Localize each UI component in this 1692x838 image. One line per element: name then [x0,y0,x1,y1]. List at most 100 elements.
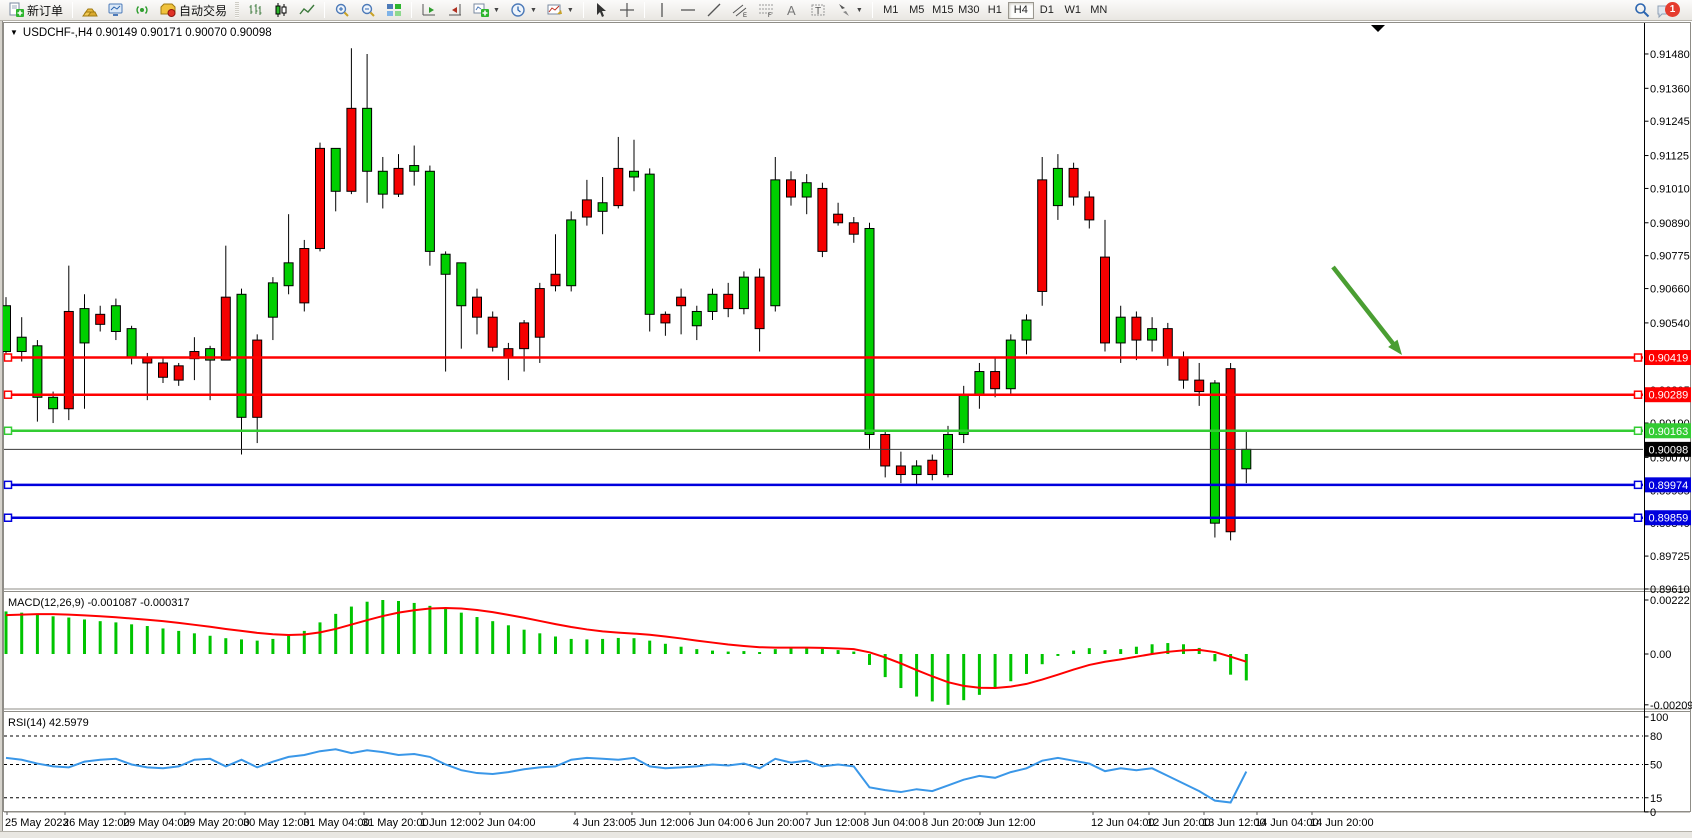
fibonacci-tool-button[interactable]: F [754,1,778,20]
svg-text:0.91010: 0.91010 [1650,183,1690,195]
chart-canvas[interactable]: 0.914800.913600.912450.911250.910100.908… [0,21,1692,838]
rsi-layer [4,736,1643,803]
svg-text:4 Jun 23:00: 4 Jun 23:00 [573,817,631,829]
notification-badge: 1 [1665,2,1680,17]
svg-text:6 Jun 20:00: 6 Jun 20:00 [747,817,805,829]
svg-text:26 May 12:00: 26 May 12:00 [63,817,130,829]
trendline-tool-button[interactable] [702,1,726,20]
svg-text:0: 0 [1650,807,1656,819]
new-order-label: 新订单 [27,2,63,19]
svg-text:6 Jun 04:00: 6 Jun 04:00 [688,817,746,829]
svg-text:0.90419: 0.90419 [1649,353,1689,365]
indicators-button[interactable]: ▼ [543,1,578,20]
svg-text:E: E [743,13,747,18]
svg-text:0.90890: 0.90890 [1650,218,1690,230]
search-icon[interactable] [1634,2,1650,18]
fibonacci-icon: F [758,2,774,18]
shift-marker-icon[interactable] [1371,25,1385,32]
auto-scroll-icon [447,2,463,18]
svg-text:0.91480: 0.91480 [1650,49,1690,61]
window-bottom-edge [0,831,1692,838]
svg-text:0.89974: 0.89974 [1649,480,1689,492]
svg-text:100: 100 [1650,712,1668,724]
label-tool-button[interactable]: T [806,1,830,20]
signal-icon [134,2,150,18]
svg-text:A: A [787,3,796,18]
zoom-out-button[interactable] [356,1,380,20]
text-tool-button[interactable]: A [780,1,804,20]
separator [872,2,873,18]
timeframe-H4[interactable]: H4 [1008,2,1034,19]
notifications-button[interactable]: 1 [1656,1,1682,19]
dropdown-caret: ▼ [493,7,500,14]
auto-scroll-button[interactable] [443,1,467,20]
svg-text:0.90540: 0.90540 [1650,318,1690,330]
autotrade-button[interactable]: 自动交易 [156,1,231,20]
separator [644,2,645,18]
time-axis: 25 May 202326 May 12:0029 May 04:0029 Ma… [5,812,1374,829]
period-button[interactable]: ▼ [506,1,541,20]
svg-text:14 Jun 20:00: 14 Jun 20:00 [1310,817,1374,829]
timeframe-M1[interactable]: M1 [878,2,904,19]
new-order-button[interactable]: 新订单 [4,1,67,20]
text-label-icon: T [810,2,826,18]
toolbar-grip [235,2,239,18]
line-chart-button[interactable] [295,1,319,20]
timeframe-W1[interactable]: W1 [1060,2,1086,19]
lots-button[interactable] [78,1,102,20]
svg-text:31 May 20:00: 31 May 20:00 [362,817,429,829]
crosshair-icon [619,2,635,18]
equidistant-channel-icon: E [732,2,748,18]
timeframe-H1[interactable]: H1 [982,2,1008,19]
svg-text:T: T [815,6,821,17]
new-chart-button[interactable]: ▼ [469,1,504,20]
timeframe-M30[interactable]: M30 [956,2,982,19]
dropdown-caret: ▼ [856,7,863,14]
monitor-icon [108,2,124,18]
candles-layer [2,48,1251,540]
rsi-indicator-label: RSI(14) 42.5979 [8,717,89,729]
tile-windows-icon [386,2,402,18]
candle-chart-button[interactable] [269,1,293,20]
svg-text:2 Jun 04:00: 2 Jun 04:00 [478,817,536,829]
chart-shift-button[interactable] [417,1,441,20]
macd-indicator-label: MACD(12,26,9) -0.001087 -0.000317 [8,597,190,609]
tile-windows-button[interactable] [382,1,406,20]
timeframe-M15[interactable]: M15 [930,2,956,19]
crosshair-button[interactable] [615,1,639,20]
separator [583,2,584,18]
shapes-tool-button[interactable]: ▼ [832,1,867,20]
timeframe-M5[interactable]: M5 [904,2,930,19]
svg-text:0.90775: 0.90775 [1650,251,1690,263]
timeframe-MN[interactable]: MN [1086,2,1112,19]
svg-text:25 May 2023: 25 May 2023 [5,817,69,829]
zoom-in-icon [334,2,350,18]
svg-text:9 Jun 12:00: 9 Jun 12:00 [978,817,1036,829]
svg-text:0.90289: 0.90289 [1649,390,1689,402]
autotrade-label: 自动交易 [179,2,227,19]
zoom-in-button[interactable] [330,1,354,20]
cursor-button[interactable] [589,1,613,20]
svg-text:0.90163: 0.90163 [1649,426,1689,438]
chart-shift-icon [421,2,437,18]
timeframe-D1[interactable]: D1 [1034,2,1060,19]
chevron-down-icon[interactable]: ▼ [10,28,18,37]
candlestick-icon [273,2,289,18]
svg-text:0.91125: 0.91125 [1650,151,1689,163]
separator [324,2,325,18]
chart-title: ▼USDCHF-,H4 0.90149 0.90171 0.90070 0.90… [10,27,272,39]
market-watch-button[interactable] [104,1,128,20]
separator [411,2,412,18]
vline-tool-button[interactable] [650,1,674,20]
bar-chart-button[interactable] [243,1,267,20]
svg-text:15: 15 [1650,793,1662,805]
arrow-shapes-icon [836,2,852,18]
price-lines-layer [4,354,1643,521]
channel-tool-button[interactable]: E [728,1,752,20]
svg-text:0.89725: 0.89725 [1650,551,1690,563]
autotrade-icon [160,2,176,18]
svg-text:8 Jun 20:00: 8 Jun 20:00 [922,817,980,829]
dropdown-caret: ▼ [530,7,537,14]
signals-button[interactable] [130,1,154,20]
hline-tool-button[interactable] [676,1,700,20]
